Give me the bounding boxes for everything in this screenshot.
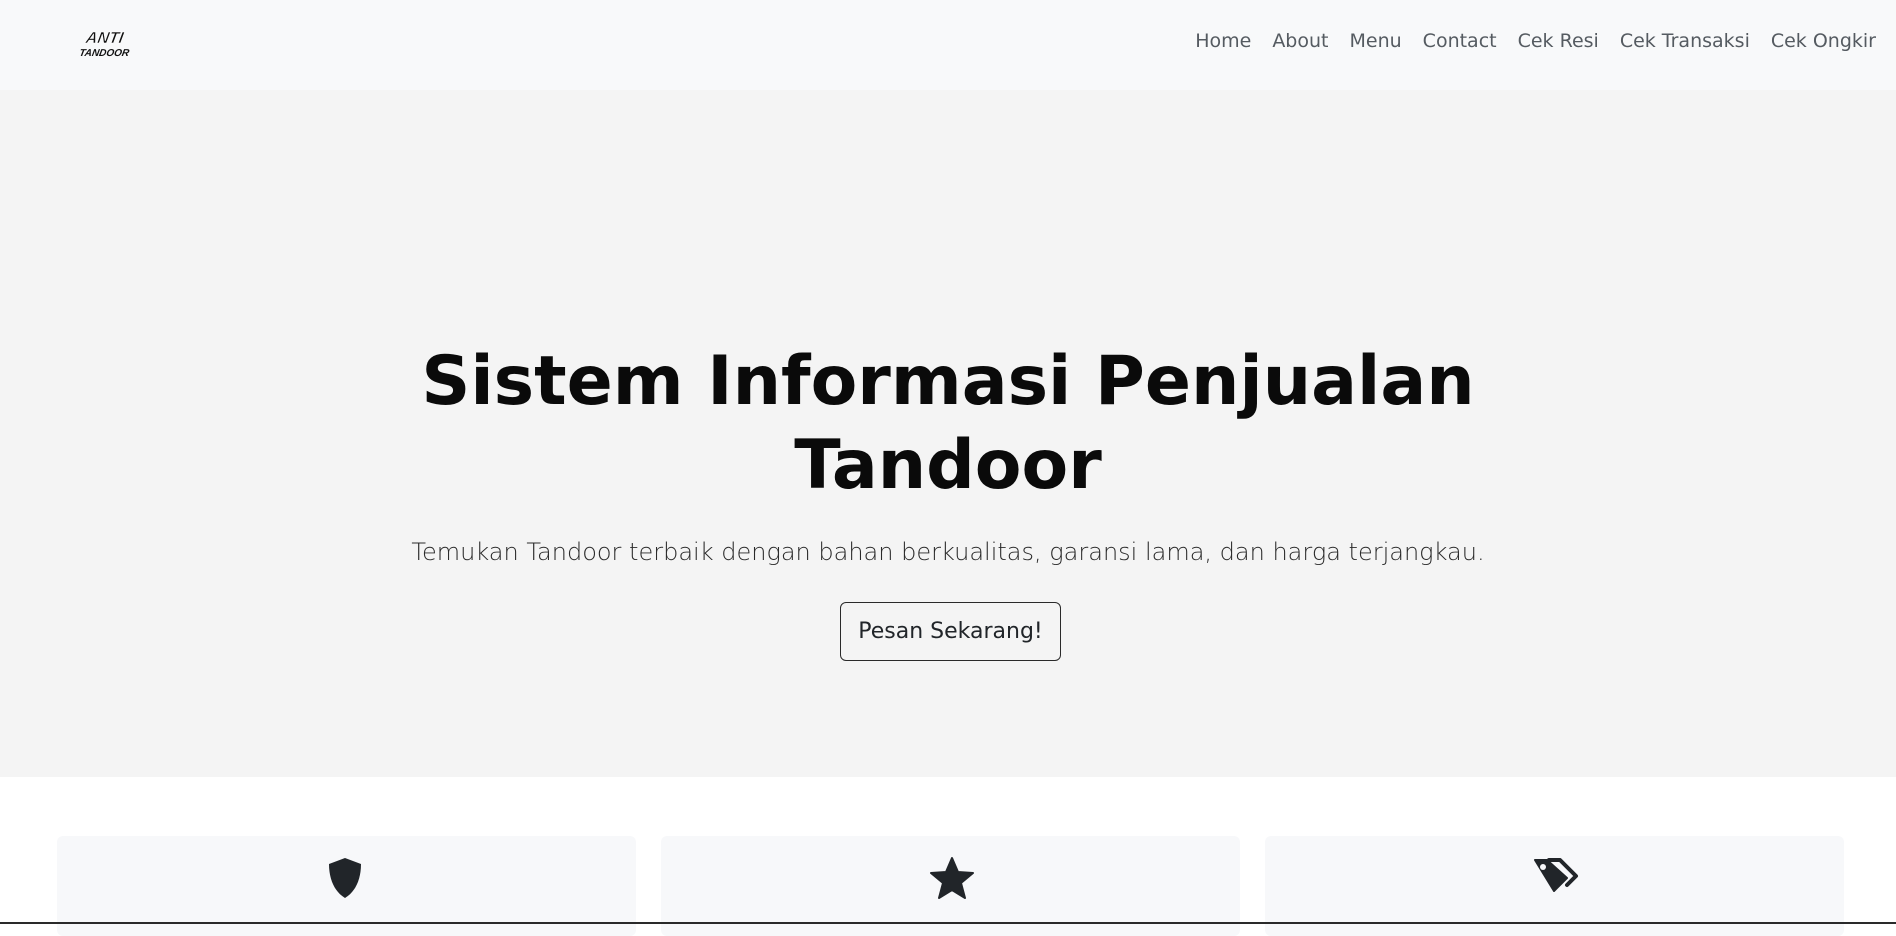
hero-title: Sistem Informasi Penjualan Tandoor [398, 340, 1498, 508]
nav-link-contact[interactable]: Contact [1423, 30, 1497, 52]
star-icon [930, 857, 974, 899]
nav-link-menu[interactable]: Menu [1350, 30, 1402, 52]
logo-text-bottom: TANDOOR [78, 48, 130, 59]
nav-link-cek-resi[interactable]: Cek Resi [1518, 30, 1599, 52]
nav-link-cek-ongkir[interactable]: Cek Ongkir [1771, 30, 1876, 52]
logo-text-top: ANTI [83, 29, 125, 47]
nav-link-cek-transaksi[interactable]: Cek Transaksi [1620, 30, 1750, 52]
shield-icon [329, 858, 361, 898]
navbar: ANTI TANDOOR Home About Menu Contact Cek… [0, 0, 1896, 90]
hero-section: Sistem Informasi Penjualan Tandoor Temuk… [0, 90, 1896, 777]
feature-card-tags [1265, 836, 1844, 936]
tags-icon [1534, 858, 1578, 892]
hero-title-line2: Tandoor [794, 426, 1102, 505]
brand-logo[interactable]: ANTI TANDOOR [78, 27, 136, 59]
feature-card-shield [57, 836, 636, 936]
nav-link-about[interactable]: About [1272, 30, 1328, 52]
nav-link-home[interactable]: Home [1195, 30, 1251, 52]
features-section [0, 777, 1896, 936]
main-nav: Home About Menu Contact Cek Resi Cek Tra… [1195, 30, 1876, 52]
hero-subtitle: Temukan Tandoor terbaik dengan bahan ber… [411, 538, 1485, 566]
hero-title-line1: Sistem Informasi Penjualan [421, 342, 1475, 421]
order-now-button[interactable]: Pesan Sekarang! [840, 602, 1061, 661]
feature-card-star [661, 836, 1240, 936]
